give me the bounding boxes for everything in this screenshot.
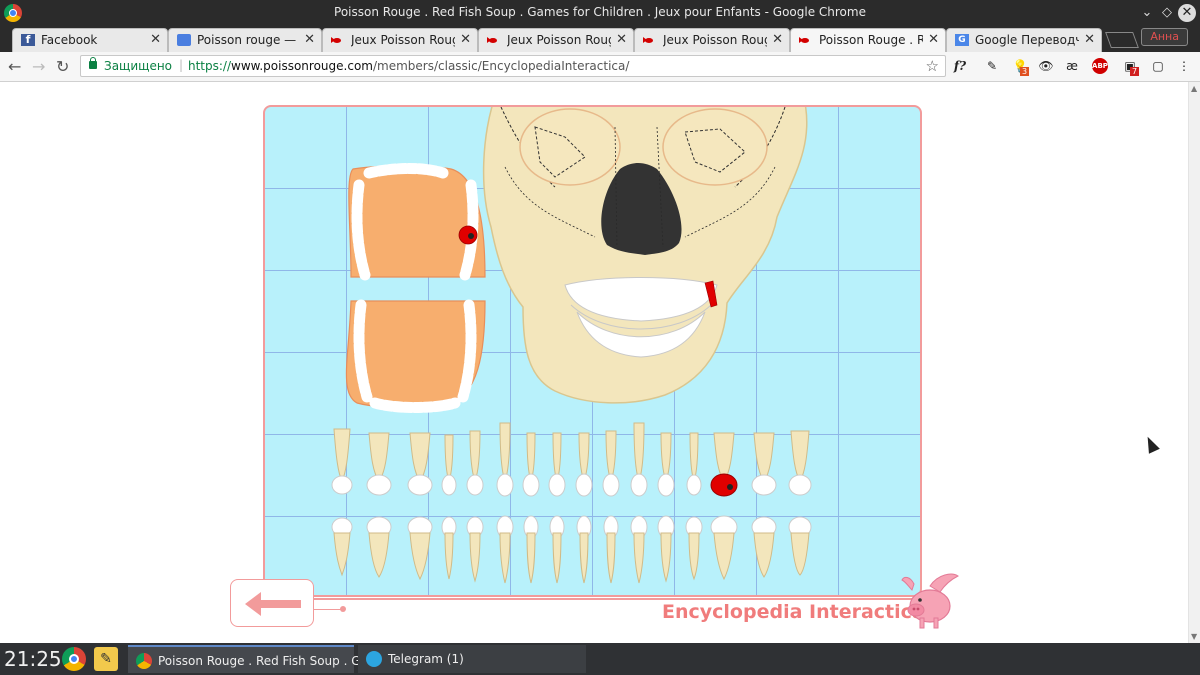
notes-launcher-icon[interactable]: ✎: [94, 647, 118, 671]
tab-label: Poisson rouge — и: [197, 33, 299, 47]
red-fish-icon: [487, 34, 501, 46]
red-fish-icon: [331, 34, 345, 46]
extension-badge: 7: [1130, 67, 1140, 76]
back-arrow-icon: [245, 592, 301, 616]
upper-arch-decayed-tooth[interactable]: [458, 225, 478, 245]
chrome-launcher-icon[interactable]: [62, 647, 86, 671]
ae-extension-icon[interactable]: æ: [1064, 58, 1080, 74]
app-title: Encyclopedia Interactica: [662, 601, 925, 623]
taskbar-clock: 21:25: [4, 647, 62, 671]
tab-label: Poisson Rouge . Rec: [819, 33, 923, 47]
window-title: Poisson Rouge . Red Fish Soup . Games fo…: [334, 5, 866, 19]
page-content: Encyclopedia Interactica: [0, 82, 1188, 643]
lower-individual-teeth[interactable]: [331, 515, 812, 584]
close-icon[interactable]: ✕: [150, 32, 161, 47]
tab-facebook[interactable]: f Facebook ✕: [12, 28, 168, 52]
google-translate-icon: G: [955, 34, 969, 46]
close-window-icon[interactable]: ✕: [1178, 4, 1196, 22]
back-button[interactable]: [230, 579, 314, 627]
teeth-board: [263, 105, 922, 597]
menu-dots-icon[interactable]: ⋮: [1176, 58, 1192, 74]
url-host: www.poissonrouge.com: [231, 59, 373, 73]
formula-extension-label: f?: [953, 59, 967, 73]
facebook-icon: f: [21, 34, 35, 46]
screen-extension-icon[interactable]: ▣ 7: [1122, 58, 1140, 76]
profile-extension-icon[interactable]: ▢: [1150, 58, 1166, 74]
tab-label: Google Переводчи: [975, 33, 1079, 47]
close-icon[interactable]: ✕: [616, 32, 627, 47]
bookmark-star-icon[interactable]: ☆: [926, 57, 939, 75]
adblock-plus-icon[interactable]: ABP: [1092, 58, 1108, 74]
url-path: /members/classic/EncyclopediaInteractica…: [372, 59, 630, 73]
lightbulb-extension-icon[interactable]: 💡 3: [1012, 58, 1030, 76]
scroll-up-icon[interactable]: ▲: [1191, 84, 1197, 93]
close-icon[interactable]: ✕: [772, 32, 783, 47]
footer-divider: [314, 598, 922, 600]
tab-strip: f Facebook ✕ Poisson rouge — и ✕ Jeux Po…: [0, 26, 1200, 52]
tab-jeux-2[interactable]: Jeux Poisson Rouge ✕: [478, 28, 634, 52]
docs-icon: [177, 34, 191, 46]
url-separator: |: [179, 58, 184, 72]
os-taskbar: 21:25 ✎ Poisson Rouge . Red Fish Soup . …: [0, 643, 1200, 675]
board-artwork: [331, 107, 812, 584]
upper-individual-teeth[interactable]: [331, 422, 812, 497]
reload-icon[interactable]: ↻: [56, 57, 69, 76]
browser-toolbar: ← → ↻ Защищено | https://www.poissonroug…: [0, 52, 1200, 82]
secure-label: Защищено: [104, 59, 173, 73]
eye-extension-icon[interactable]: 👁: [1038, 58, 1054, 74]
taskbar-item-chrome[interactable]: Poisson Rouge . Red Fish Soup . G...: [128, 645, 372, 673]
red-fish-icon: [643, 34, 657, 46]
close-icon[interactable]: ✕: [1084, 32, 1095, 47]
url-scheme: https://: [188, 59, 232, 73]
extension-badge: 3: [1020, 67, 1030, 76]
formula-extension-icon[interactable]: f?: [952, 58, 968, 74]
tab-google-translate[interactable]: G Google Переводчи ✕: [946, 28, 1102, 52]
close-icon[interactable]: ✕: [304, 32, 315, 47]
color-picker-extension-icon[interactable]: ✎: [984, 58, 1000, 74]
taskbar-item-telegram[interactable]: Telegram (1): [358, 645, 586, 673]
tab-label: Jeux Poisson Rouge: [351, 33, 455, 47]
maximize-icon[interactable]: ◇: [1158, 4, 1176, 22]
forward-arrow-icon[interactable]: →: [32, 57, 45, 76]
address-bar[interactable]: Защищено | https://www.poissonrouge.com/…: [80, 55, 946, 77]
window-title-bar: Poisson Rouge . Red Fish Soup . Games fo…: [0, 0, 1200, 26]
profile-button[interactable]: Анна: [1141, 28, 1188, 46]
ae-extension-label: æ: [1066, 59, 1078, 73]
adblock-plus-label: ABP: [1092, 62, 1108, 70]
profile-name: Анна: [1150, 30, 1179, 43]
tab-jeux-3[interactable]: Jeux Poisson Rouge ✕: [634, 28, 790, 52]
upper-jaw-arch[interactable]: [348, 163, 486, 281]
close-icon[interactable]: ✕: [460, 32, 471, 47]
tab-label: Jeux Poisson Rouge: [663, 33, 767, 47]
lower-jaw-arch[interactable]: [345, 299, 486, 413]
skull-illustration[interactable]: [482, 107, 808, 404]
eye-socket-left: [519, 108, 621, 186]
tab-poisson-docs[interactable]: Poisson rouge — и ✕: [168, 28, 322, 52]
new-tab-button[interactable]: [1105, 32, 1139, 48]
back-connector-line: [314, 606, 346, 612]
scroll-down-icon[interactable]: ▼: [1191, 632, 1197, 641]
tab-label: Facebook: [41, 33, 98, 47]
vertical-scrollbar[interactable]: ▲ ▼: [1188, 82, 1200, 643]
minimize-icon[interactable]: ⌄: [1138, 4, 1156, 22]
url-text[interactable]: https://www.poissonrouge.com/members/cla…: [188, 59, 629, 73]
telegram-icon: [366, 651, 382, 667]
tab-poisson-rouge-active[interactable]: Poisson Rouge . Rec ✕: [790, 28, 946, 52]
eye-socket-right: [662, 108, 768, 186]
tab-jeux-1[interactable]: Jeux Poisson Rouge ✕: [322, 28, 478, 52]
chrome-icon: [136, 653, 152, 669]
back-arrow-icon[interactable]: ←: [8, 57, 21, 76]
flying-pig-mascot-icon: [901, 573, 959, 629]
taskbar-item-label: Poisson Rouge . Red Fish Soup . G...: [158, 654, 372, 668]
tab-label: Jeux Poisson Rouge: [507, 33, 611, 47]
close-icon[interactable]: ✕: [928, 32, 939, 47]
decayed-molar[interactable]: [710, 432, 738, 497]
lock-icon: [89, 57, 97, 69]
red-fish-icon: [799, 34, 813, 46]
taskbar-item-label: Telegram (1): [388, 652, 464, 666]
